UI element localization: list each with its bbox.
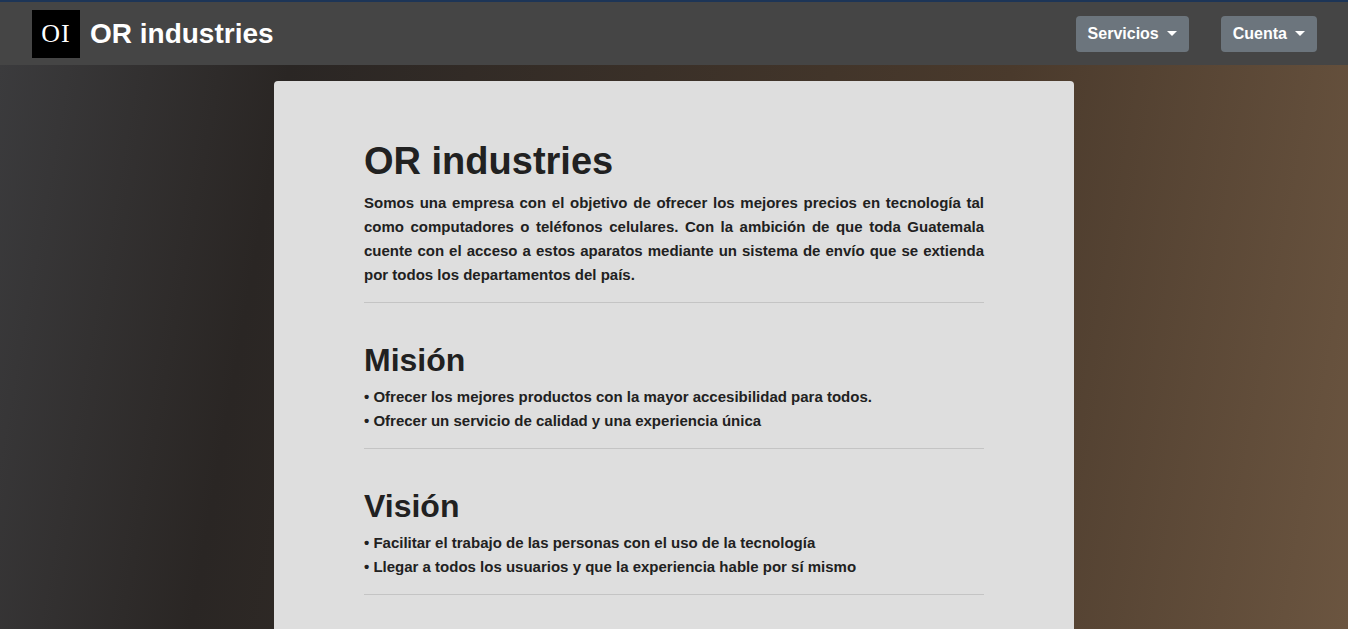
logo[interactable]: OI xyxy=(32,10,80,58)
divider xyxy=(364,594,984,595)
navbar: OI OR industries Servicios Cuenta xyxy=(0,0,1348,65)
nav-menus: Servicios Cuenta xyxy=(1076,16,1317,52)
section-item: • Facilitar el trabajo de las personas c… xyxy=(364,531,984,555)
section-item: • Ofrecer un servicio de calidad y una e… xyxy=(364,409,984,433)
card-title: OR industries xyxy=(364,139,984,185)
divider xyxy=(364,302,984,303)
intro-text: Somos una empresa con el objetivo de ofr… xyxy=(364,191,984,287)
caret-icon xyxy=(1167,31,1177,36)
about-card: OR industries Somos una empresa con el ob… xyxy=(274,81,1074,629)
section: Visión • Facilitar el trabajo de las pers… xyxy=(364,465,984,579)
background-photo: OR industries Somos una empresa con el ob… xyxy=(0,65,1348,629)
section-item: • Llegar a todos los usuarios y que la e… xyxy=(364,555,984,579)
section-item: • Ofrecer los mejores productos con la m… xyxy=(364,385,984,409)
menu-button[interactable]: Cuenta xyxy=(1221,16,1317,52)
divider xyxy=(364,448,984,449)
caret-icon xyxy=(1295,31,1305,36)
section-title: Visión xyxy=(364,487,984,525)
section-list: • Facilitar el trabajo de las personas c… xyxy=(364,531,984,579)
section-title: Misión xyxy=(364,341,984,379)
brand[interactable]: OR industries xyxy=(90,18,274,50)
page: OI OR industries Servicios Cuenta OR industr… xyxy=(0,0,1348,629)
section-list: • Ofrecer los mejores productos con la m… xyxy=(364,385,984,433)
menu-button[interactable]: Servicios xyxy=(1076,16,1189,52)
section: Misión • Ofrecer los mejores productos co… xyxy=(364,319,984,433)
